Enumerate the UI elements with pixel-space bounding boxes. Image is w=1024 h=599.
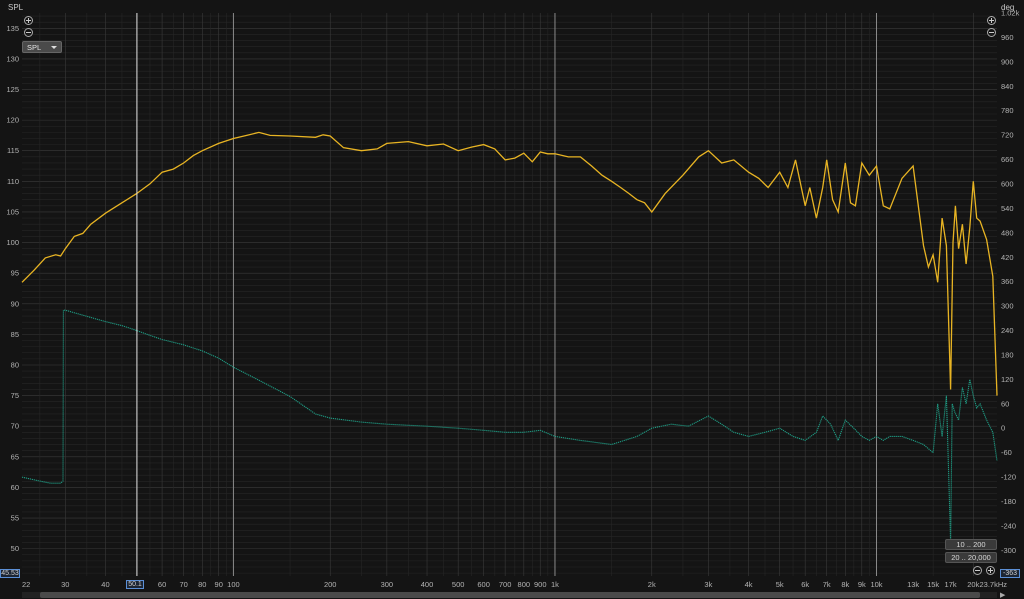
right-axis-tick-label: 660: [1001, 155, 1014, 164]
right-axis-tick-label: -60: [1001, 448, 1012, 457]
x-axis-tick-label: 600: [477, 580, 490, 589]
left-axis-tick-labels: 50 55 60 65 70 75 80 85 90 95 100 105 110 115 120 125 13…: [6, 24, 19, 553]
left-axis-tick-label: 80: [11, 360, 19, 369]
left-axis-tick-label: 85: [11, 330, 19, 339]
left-axis-tick-label: 90: [11, 299, 19, 308]
scrollbar-thumb[interactable]: [40, 592, 980, 598]
x-axis-tick-label: 40: [101, 580, 109, 589]
left-axis-tick-label: 65: [11, 452, 19, 461]
zoom-in-left-icon[interactable]: [24, 16, 33, 25]
right-axis-tick-label: -240: [1001, 521, 1016, 530]
horizontal-scrollbar[interactable]: [22, 592, 997, 598]
x-axis-tick-label: 700: [499, 580, 512, 589]
trace-selector-value: SPL: [27, 42, 42, 52]
x-axis-tick-label: 80: [198, 580, 206, 589]
x-axis-tick-label: 3k: [704, 580, 712, 589]
x-axis-tick-label: 60: [158, 580, 166, 589]
chevron-down-icon: [51, 46, 57, 49]
zoom-in-x-icon[interactable]: [986, 566, 995, 575]
right-axis-tick-label: 180: [1001, 350, 1014, 359]
x-axis-tick-labels: 22 30 40 60 70 80 90 100 200 300 400 500 600 700 800 90…: [22, 580, 1007, 589]
left-axis-tick-label: 75: [11, 391, 19, 400]
right-axis-tick-label: 840: [1001, 82, 1014, 91]
range-10-200-button[interactable]: 10 .. 200: [945, 539, 997, 550]
right-axis-tick-label: 540: [1001, 204, 1014, 213]
scroll-right-icon[interactable]: ▶: [1000, 591, 1005, 599]
right-axis-tick-label: 900: [1001, 57, 1014, 66]
x-axis-tick-label: 5k: [776, 580, 784, 589]
x-axis-tick-label: 10k: [870, 580, 882, 589]
x-axis-tick-label: 900: [534, 580, 547, 589]
x-axis-tick-label: 17k: [945, 580, 957, 589]
zoom-out-x-icon[interactable]: [973, 566, 982, 575]
left-axis-tick-label: 125: [6, 85, 19, 94]
right-axis-tick-label: 780: [1001, 106, 1014, 115]
left-axis-tick-label: 135: [6, 24, 19, 33]
right-axis-tick-label: 960: [1001, 33, 1014, 42]
x-axis-tick-label: 30: [61, 580, 69, 589]
right-axis-tick-label: 360: [1001, 277, 1014, 286]
left-axis-tick-label: 120: [6, 116, 19, 125]
left-axis-tick-label: 100: [6, 238, 19, 247]
x-axis-tick-label: 7k: [823, 580, 831, 589]
right-axis-tick-labels: 1.02k96090084078072066060054048042036030…: [1001, 9, 1020, 555]
zoom-in-right-icon[interactable]: [987, 16, 996, 25]
zoom-out-right-icon[interactable]: [987, 28, 996, 37]
trace-selector-dropdown[interactable]: SPL: [22, 41, 62, 53]
left-axis-tick-label: 95: [11, 269, 19, 278]
right-axis-tick-label: 300: [1001, 302, 1014, 311]
left-axis-tick-label: 60: [11, 483, 19, 492]
plot-area: [22, 13, 997, 576]
x-axis-tick-label: 15k: [927, 580, 939, 589]
cursor-left-readout: 45.53: [0, 569, 20, 578]
x-axis-tick-label: 70: [179, 580, 187, 589]
right-axis-tick-label: 60: [1001, 399, 1009, 408]
frequency-response-chart[interactable]: 50 55 60 65 70 75 80 85 90 95 100 105 110 115 120 125 13…: [0, 0, 1024, 599]
right-axis-tick-label: -180: [1001, 497, 1016, 506]
range-20-20000-button[interactable]: 20 .. 20,000: [945, 552, 997, 563]
x-axis-tick-label: 6k: [801, 580, 809, 589]
right-axis-tick-label: 600: [1001, 179, 1014, 188]
x-axis-tick-label: 8k: [841, 580, 849, 589]
x-axis-tick-label: 22: [22, 580, 30, 589]
x-axis-tick-label: 9k: [858, 580, 866, 589]
x-axis-tick-label: 13k: [907, 580, 919, 589]
right-axis-tick-label: 480: [1001, 228, 1014, 237]
cursor-frequency-readout: 50.1: [126, 580, 144, 589]
x-axis-tick-label: 400: [421, 580, 434, 589]
rew-graph-window: 50 55 60 65 70 75 80 85 90 95 100 105 110 115 120 125 13…: [0, 0, 1024, 599]
right-axis-unit: deg: [1001, 3, 1014, 12]
left-axis-tick-label: 50: [11, 544, 19, 553]
x-axis-tick-label: 100: [227, 580, 240, 589]
left-axis-tick-label: 115: [7, 146, 19, 155]
x-axis-tick-label: 20k: [967, 580, 979, 589]
left-axis-tick-label: 105: [6, 207, 19, 216]
left-axis-tick-label: 55: [11, 514, 19, 523]
x-axis-tick-label: 23.7kHz: [979, 580, 1007, 589]
left-axis-tick-label: 110: [7, 177, 19, 186]
x-axis-tick-label: 200: [324, 580, 337, 589]
x-axis-tick-label: 4k: [745, 580, 753, 589]
x-axis-tick-label: 90: [215, 580, 223, 589]
cursor-right-readout: -363: [1000, 569, 1020, 578]
right-axis-tick-label: 0: [1001, 424, 1005, 433]
left-axis-unit: SPL: [8, 3, 24, 12]
right-axis-tick-label: 240: [1001, 326, 1014, 335]
right-axis-tick-label: 120: [1001, 375, 1014, 384]
right-axis-tick-label: -300: [1001, 546, 1016, 555]
x-axis-tick-label: 800: [518, 580, 531, 589]
x-axis-tick-label: 2k: [648, 580, 656, 589]
right-axis-tick-label: 720: [1001, 131, 1014, 140]
zoom-out-left-icon[interactable]: [24, 28, 33, 37]
left-axis-tick-label: 70: [11, 422, 19, 431]
left-axis-tick-label: 130: [6, 54, 19, 63]
x-axis-tick-label: 500: [452, 580, 465, 589]
right-axis-tick-label: 420: [1001, 253, 1014, 262]
x-axis-tick-label: 1k: [551, 580, 559, 589]
right-axis-tick-label: -120: [1001, 473, 1016, 482]
x-axis-tick-label: 300: [381, 580, 394, 589]
